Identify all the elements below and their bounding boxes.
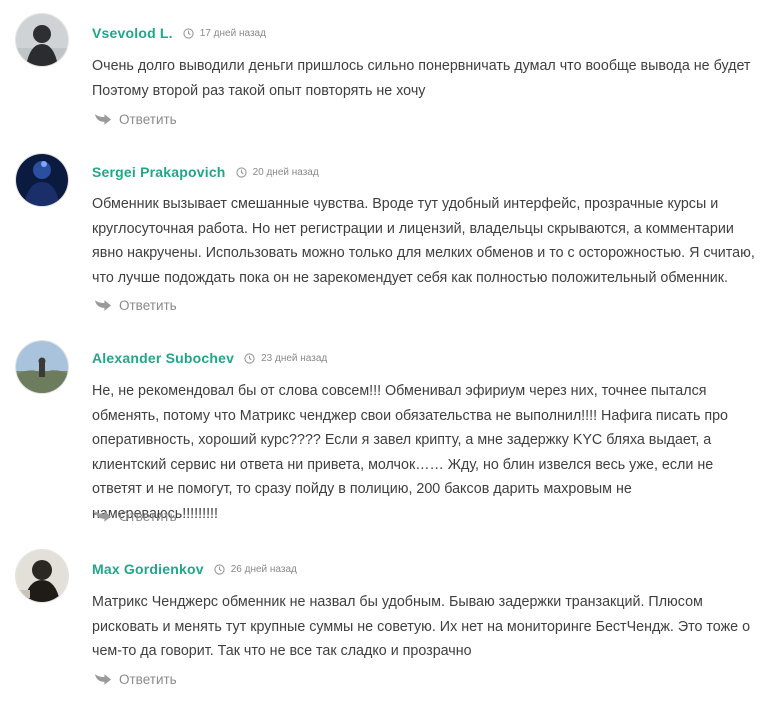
clock-icon	[214, 563, 225, 575]
author-name[interactable]: Max Gordienkov	[92, 561, 204, 577]
comment-time: 26 дней назад	[230, 563, 297, 575]
author-name[interactable]: Sergei Prakapovich	[92, 164, 226, 180]
reply-arrow-icon	[94, 114, 112, 125]
reply-arrow-icon	[94, 511, 112, 522]
author-name[interactable]: Alexander Subochev	[92, 350, 234, 366]
comment-text: Очень долго выводили деньги пришлось сил…	[92, 58, 751, 99]
comment-text: Матрикс Ченджерс обменник не назвал бы у…	[92, 594, 751, 659]
reply-button[interactable]: Ответить	[93, 109, 177, 129]
clock-icon	[183, 27, 194, 39]
avatar[interactable]	[16, 341, 68, 393]
reply-label: Ответить	[119, 671, 177, 687]
reply-button[interactable]: Ответить	[93, 669, 177, 689]
avatar[interactable]	[16, 550, 68, 602]
reply-arrow-icon	[94, 300, 112, 311]
reply-button[interactable]: Ответить	[93, 295, 177, 315]
reply-arrow-icon	[94, 674, 112, 685]
reply-button[interactable]: Ответить	[93, 506, 177, 526]
comment-time: 20 дней назад	[252, 166, 319, 178]
author-name[interactable]: Vsevolod L.	[92, 25, 173, 41]
reply-label: Ответить	[119, 508, 177, 524]
comment-text: Не, не рекомендовал бы от слова совсем!!…	[92, 383, 729, 522]
comment-time: 17 дней назад	[199, 27, 266, 39]
clock-icon	[244, 352, 255, 364]
reply-label: Ответить	[119, 297, 177, 313]
avatar[interactable]	[16, 14, 68, 66]
clock-icon	[235, 166, 247, 178]
comment-text: Обменник вызывает смешанные чувства. Вро…	[92, 196, 755, 286]
avatar[interactable]	[16, 154, 68, 206]
comment-time: 23 дней назад	[261, 352, 328, 364]
reply-label: Ответить	[119, 111, 177, 127]
